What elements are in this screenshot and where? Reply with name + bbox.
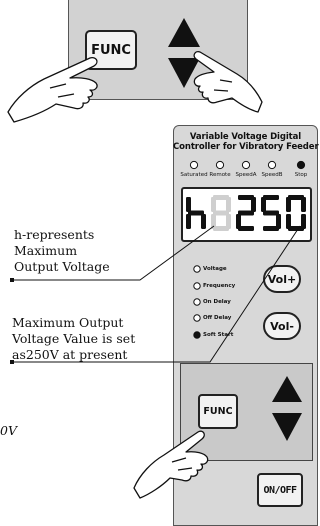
diagram: FUNC Variable Voltage Digital Controller…	[0, 0, 320, 526]
param-label-on-delay: On Delay	[203, 299, 231, 305]
top-func-button[interactable]: FUNC	[85, 30, 137, 70]
seven-segment-display	[181, 187, 312, 242]
param-label-voltage: Voltage	[203, 266, 227, 272]
param-label-frequency: Frequency	[203, 283, 236, 289]
controller-title: Variable Voltage Digital	[189, 132, 302, 142]
on-off-button[interactable]: ON/OFF	[257, 473, 303, 507]
note-value-line-1: Maximum Output	[12, 315, 124, 330]
vol-plus-button[interactable]: Vol+	[263, 265, 301, 293]
func-button[interactable]: FUNC	[198, 394, 238, 429]
vol-minus-button[interactable]: Vol-	[263, 312, 301, 340]
note-value-line-2: Voltage Value is set	[12, 331, 136, 346]
param-label-soft-start: Soft Start	[203, 332, 234, 338]
status-label-stop: Stop	[294, 172, 308, 178]
controller-subtitle: Controller for Vibratory Feeder	[173, 142, 319, 152]
note-h-line-2: Maximum	[14, 243, 78, 258]
param-label-off-delay: Off Delay	[203, 315, 232, 321]
cut-off-label: 0V	[0, 423, 17, 438]
note-value-line-3: as250V at present	[12, 347, 128, 362]
status-label-speedb: SpeedB	[261, 172, 283, 178]
note-h-line-3: Output Voltage	[14, 259, 110, 274]
note-h-line-1: h-represents	[14, 227, 95, 242]
